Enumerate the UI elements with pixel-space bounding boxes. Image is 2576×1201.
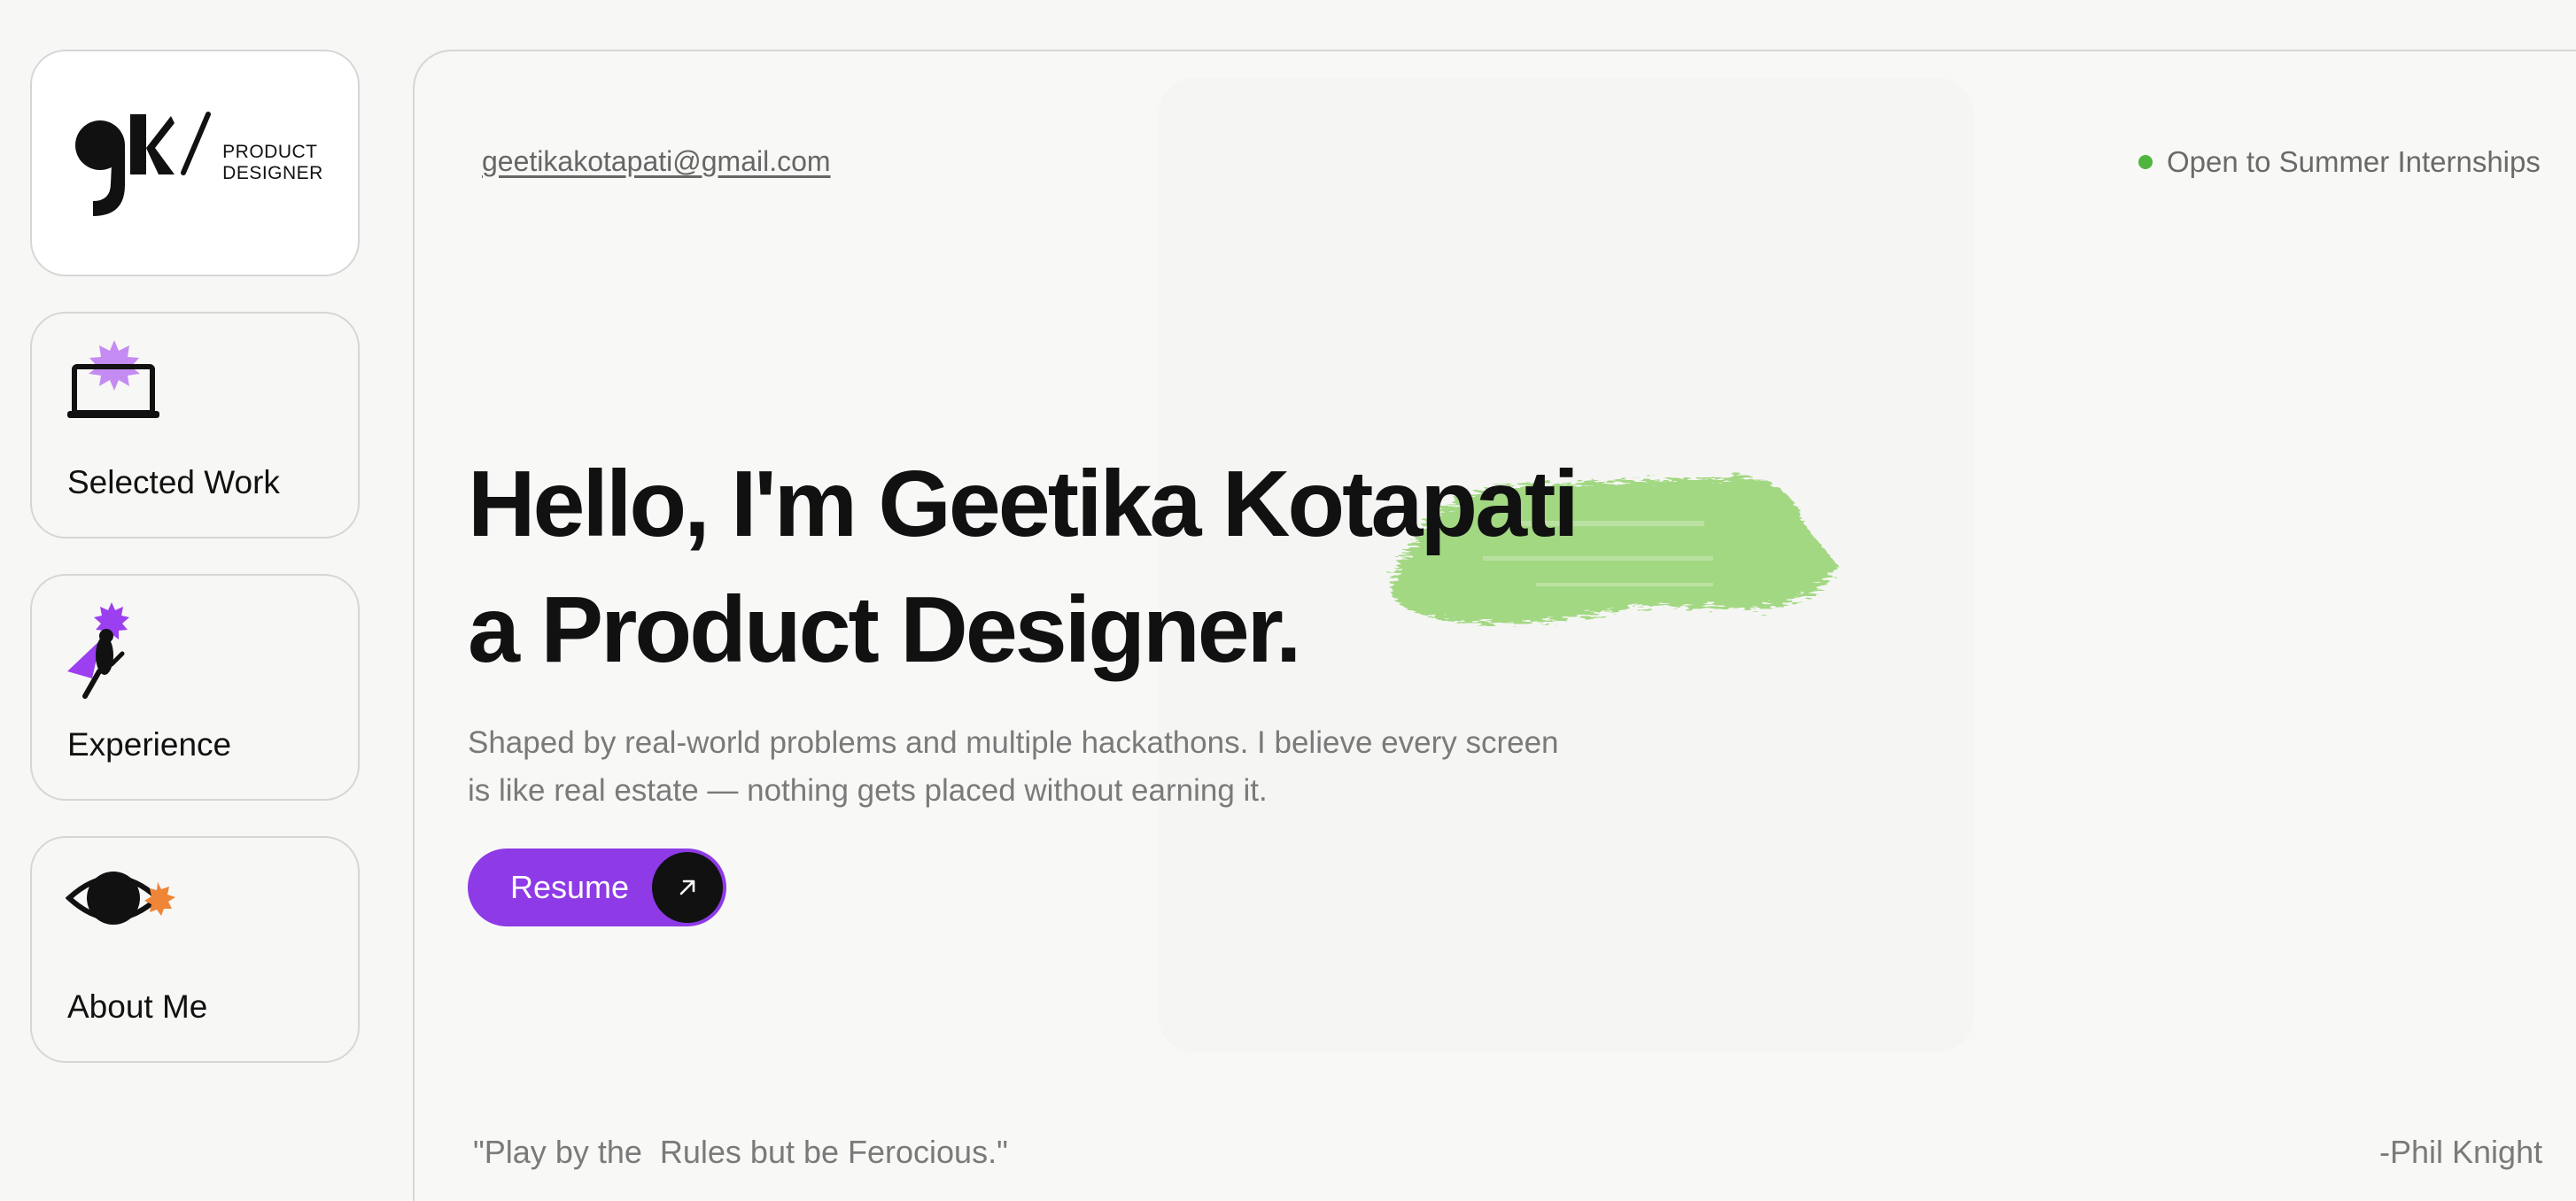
- gk-logo-icon: [75, 112, 212, 216]
- arrow-up-right-icon: [652, 852, 723, 923]
- status-text: Open to Summer Internships: [2167, 145, 2541, 178]
- sidebar-item-label: Selected Work: [67, 464, 280, 500]
- availability-status: Open to Summer Internships: [2138, 145, 2541, 179]
- resume-button[interactable]: Resume: [468, 848, 726, 926]
- logo: PRODUCT DESIGNER: [66, 105, 323, 221]
- headline-line-1: Hello, I'm Geetika Kotapati: [468, 452, 1579, 556]
- logo-line-2: DESIGNER: [222, 163, 323, 183]
- sidebar-nav: PRODUCT DESIGNER Selected Work Experienc…: [30, 50, 360, 1063]
- headline-line-2: a Product Designer.: [468, 577, 1302, 682]
- status-dot-icon: [2138, 155, 2153, 169]
- sidebar-item-about-me[interactable]: About Me: [30, 836, 360, 1063]
- laptop-icon: [66, 340, 163, 424]
- hero-description: Shaped by real-world problems and multip…: [468, 725, 1559, 808]
- logo-subtitle: PRODUCT DESIGNER: [222, 142, 323, 184]
- email-link[interactable]: geetikakotapati@gmail.com: [482, 145, 831, 178]
- flying-figure-icon: [66, 602, 136, 704]
- footer-quote: "Play by the Rules but be Ferocious.": [473, 1134, 1008, 1170]
- eye-icon: [65, 864, 181, 940]
- logo-line-1: PRODUCT: [222, 142, 318, 162]
- quote-author: -Phil Knight: [2379, 1134, 2543, 1170]
- sidebar-item-label: Experience: [67, 726, 232, 763]
- hero-panel: geetikakotapati@gmail.com Open to Summer…: [413, 50, 2576, 1201]
- home-logo-card[interactable]: PRODUCT DESIGNER: [30, 50, 360, 276]
- sidebar-item-selected-work[interactable]: Selected Work: [30, 312, 360, 539]
- portfolio-page: PRODUCT DESIGNER Selected Work Experienc…: [0, 0, 2576, 1201]
- resume-label: Resume: [510, 869, 630, 905]
- sidebar-item-label: About Me: [67, 988, 208, 1025]
- hero-headline: Hello, I'm Geetika Kotapati a Product De…: [468, 441, 1579, 693]
- sidebar-item-experience[interactable]: Experience: [30, 574, 360, 801]
